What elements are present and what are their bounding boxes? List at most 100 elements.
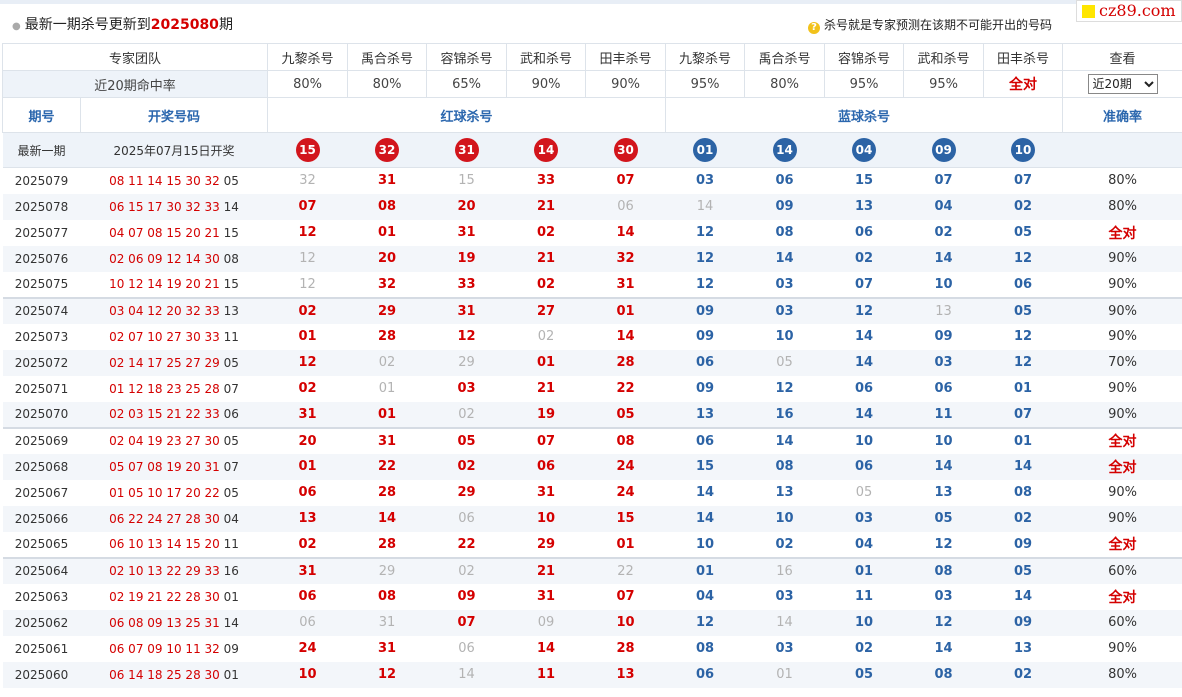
red-kill-hit: 21 <box>506 556 586 584</box>
expert-header: 容锦杀号 <box>426 43 508 71</box>
red-kill-hit: 14 <box>616 225 635 240</box>
red-kill-hit: 27 <box>506 296 586 324</box>
expert-team-row: 专家团队 九黎杀号 禹合杀号 容锦杀号 武和杀号 田丰杀号 九黎杀号 禹合杀号 容锦杀号 武和杀… <box>1 43 1182 71</box>
red-kill-hit: 10 <box>506 505 586 532</box>
blue-kill-hit: 09 <box>744 193 825 220</box>
period-number: 2025065 <box>14 537 69 551</box>
update-notice: ● 最新一期杀号更新到2025080期 <box>12 14 233 34</box>
red-kill-hit: 10 <box>267 661 348 688</box>
history-row: 2025067 01 05 10 17 20 22 05 06 28 29 31 24 14 1… <box>3 480 1182 506</box>
blue-kill-hit: 09 <box>934 329 953 344</box>
red-kill-hit: 32 <box>377 276 397 292</box>
site-logo[interactable]: cz89.com <box>1076 0 1182 22</box>
red-kill-hit: 08 <box>347 193 427 220</box>
period-number: 2025076 <box>2 245 81 272</box>
history-row: 2025062 06 08 09 13 25 31 14 06 31 07 09 10 12 1… <box>2 609 1182 636</box>
hit-rate-value: 90% <box>585 70 667 98</box>
blue-kill-hit: 10 <box>824 426 904 454</box>
blue-kill-hit: 03 <box>744 296 825 324</box>
blue-kill-hit: 01 <box>665 556 745 584</box>
red-kill-hit: 01 <box>377 225 397 240</box>
history-row: 2025060 06 14 18 25 28 30 01 10 12 14 11 13 06 0… <box>2 661 1182 688</box>
accuracy-value: 80% <box>1062 193 1182 220</box>
red-ball: 32 <box>375 138 400 162</box>
draw-red-numbers: 06 10 13 14 15 20 <box>109 537 220 551</box>
draw-red-numbers: 10 12 14 19 20 21 <box>109 277 220 291</box>
red-ball: 14 <box>534 138 559 162</box>
red-kill-hit: 31 <box>267 556 348 584</box>
accuracy-value: 全对 <box>1062 453 1182 480</box>
period-number: 2025074 <box>2 296 81 324</box>
red-kill-hit: 02 <box>298 536 317 552</box>
kill-number-table: 专家团队 九黎杀号 禹合杀号 容锦杀号 武和杀号 田丰杀号 九黎杀号 禹合杀号 容锦杀号 武和杀… <box>1 43 1182 688</box>
red-kill-miss: 06 <box>426 505 507 532</box>
red-kill-hit: 01 <box>506 349 586 376</box>
blue-kill-miss: 05 <box>855 485 873 500</box>
red-kill-miss: 29 <box>347 556 427 584</box>
latest-red-kill-cell: 14 <box>506 132 586 168</box>
red-kill-hit: 03 <box>457 381 476 396</box>
red-kill-hit: 19 <box>506 401 586 428</box>
draw-blue-number: 13 <box>223 304 239 318</box>
draw-red-numbers: 02 03 15 21 22 33 <box>109 407 220 421</box>
logo-square-icon <box>1082 5 1095 18</box>
logo-text: cz89.com <box>1099 1 1176 20</box>
hit-rate-value: 95% <box>665 70 746 98</box>
accuracy-column-header: 准确率 <box>1062 97 1182 133</box>
history-row: 2025077 04 07 08 15 20 21 15 12 01 31 02 14 12 0… <box>3 220 1182 246</box>
expert-header: 武和杀号 <box>903 43 985 71</box>
blue-kill-hit: 12 <box>1013 329 1033 344</box>
history-row: 2025075 10 12 14 19 20 21 15 12 32 33 02 31 12 0… <box>3 272 1182 298</box>
history-row: 2025079 08 11 14 15 30 32 05 32 31 15 33 07 03 0… <box>3 168 1182 194</box>
draw-blue-number: 07 <box>223 381 239 396</box>
blue-kill-hit: 03 <box>775 641 794 656</box>
red-kill-hit: 24 <box>585 453 666 480</box>
red-kill-hit: 31 <box>536 485 556 500</box>
expert-header: 武和杀号 <box>506 43 587 71</box>
latest-blue-kill-cell: 10 <box>983 132 1063 168</box>
accuracy-value: 90% <box>1108 276 1137 292</box>
blue-kill-hit: 06 <box>665 426 745 454</box>
blue-kill-hit: 12 <box>695 276 715 292</box>
accuracy-value: 90% <box>1062 296 1182 324</box>
red-kill-hit: 07 <box>426 609 507 636</box>
blue-kill-hit: 14 <box>665 505 745 532</box>
blue-kill-hit: 12 <box>665 609 745 636</box>
red-kill-hit: 21 <box>506 193 586 220</box>
blue-ball: 10 <box>1011 138 1036 162</box>
draw-red-numbers: 01 05 10 17 20 22 <box>109 485 220 500</box>
accuracy-value: 80% <box>1108 173 1137 189</box>
page-header: ● 最新一期杀号更新到2025080期 ? 杀号就是专家预测在该期不可能开出的号码 <box>0 4 1182 43</box>
draw-blue-number: 16 <box>223 564 239 578</box>
blue-kill-hit: 07 <box>934 173 953 189</box>
draw-blue-number: 11 <box>223 329 239 344</box>
red-kill-hit: 02 <box>298 381 317 396</box>
draw-red-numbers: 02 06 09 12 14 30 <box>109 251 220 266</box>
period-range-select[interactable]: 近20期 <box>1087 74 1158 94</box>
accuracy-value: 90% <box>1108 641 1137 656</box>
expert-header: 田丰杀号 <box>585 43 667 71</box>
red-kill-miss: 02 <box>426 556 507 584</box>
draw-blue-number: 14 <box>223 199 239 214</box>
red-kill-hit: 07 <box>506 426 586 454</box>
accuracy-value: 90% <box>1108 329 1137 344</box>
period-number: 2025067 <box>14 485 69 500</box>
red-kill-hit: 05 <box>585 401 666 428</box>
accuracy-value: 全对 <box>1062 426 1182 454</box>
red-kill-miss: 31 <box>347 609 427 636</box>
red-kill-hit: 19 <box>426 245 507 272</box>
red-kill-hit: 20 <box>347 245 427 272</box>
red-kill-miss: 12 <box>299 276 316 292</box>
draw-red-numbers: 06 22 24 27 28 30 <box>109 511 220 526</box>
hit-rate-value: 90% <box>506 70 587 98</box>
red-kill-hit: 29 <box>347 296 427 324</box>
red-kill-hit: 12 <box>347 661 427 688</box>
blue-kill-hit: 12 <box>983 245 1063 272</box>
red-kill-hit: 31 <box>347 426 427 454</box>
draw-numbers: 01 12 18 23 25 28 07 <box>81 376 268 402</box>
red-kill-miss: 06 <box>585 193 666 220</box>
draw-blue-number: 06 <box>223 407 239 421</box>
blue-kill-hit: 13 <box>1013 641 1033 656</box>
red-kill-miss: 12 <box>267 245 348 272</box>
period-column-header: 期号 <box>2 97 81 133</box>
